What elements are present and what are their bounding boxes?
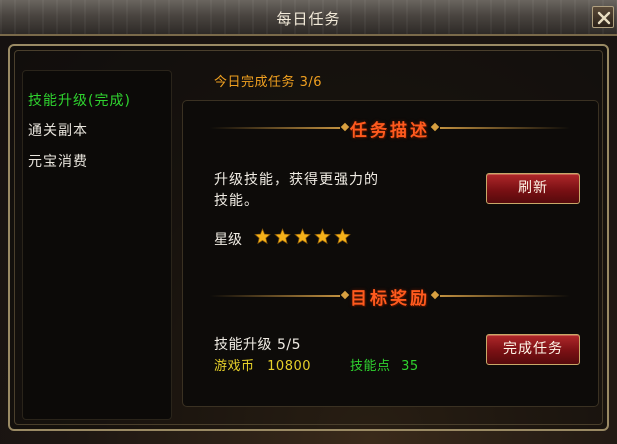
task-description-line-2: 技能。 <box>214 193 259 209</box>
daily-progress-text: 今日完成任务 3/6 <box>214 75 323 90</box>
window-title: 每日任务 <box>276 10 341 28</box>
task-list-item-clear-dungeon[interactable]: 通关副本 <box>28 120 88 140</box>
task-description-line-1: 升级技能，获得更强力的 <box>214 172 379 188</box>
star-rating-label: 星级 <box>214 232 242 248</box>
close-icon <box>597 11 611 25</box>
refresh-button[interactable]: 刷新 <box>486 173 580 204</box>
reward-header: 目标奖励 <box>210 284 570 309</box>
complete-task-button[interactable]: 完成任务 <box>486 334 580 365</box>
task-list-item-skill-upgrade[interactable]: 技能升级(完成) <box>28 90 131 110</box>
task-description: 升级技能，获得更强力的 技能。 <box>214 170 424 212</box>
header-line-right <box>440 295 570 297</box>
close-button[interactable] <box>592 6 614 28</box>
title-bar: 每日任务 <box>0 0 617 36</box>
star-icon <box>274 228 291 245</box>
coins-value: 10800 <box>267 359 312 374</box>
header-line-right <box>440 127 570 129</box>
skill-points-reward: 技能点 35 <box>350 355 419 374</box>
skill-points-label: 技能点 <box>350 359 391 374</box>
task-list-item-ingot-spend[interactable]: 元宝消费 <box>28 151 88 171</box>
star-icon <box>254 228 271 245</box>
star-icon <box>294 228 311 245</box>
coins-reward: 游戏币 10800 <box>214 355 311 374</box>
coins-label: 游戏币 <box>214 359 255 374</box>
skill-points-value: 35 <box>401 359 419 374</box>
goal-progress: 技能升级 5/5 <box>214 337 301 353</box>
star-rating <box>254 228 351 245</box>
star-icon <box>334 228 351 245</box>
star-icon <box>314 228 331 245</box>
description-header: 任务描述 <box>210 116 570 141</box>
daily-tasks-window: 每日任务 技能升级(完成) 通关副本 元宝消费 今日完成任务 3/6 任务描述 … <box>0 0 617 444</box>
